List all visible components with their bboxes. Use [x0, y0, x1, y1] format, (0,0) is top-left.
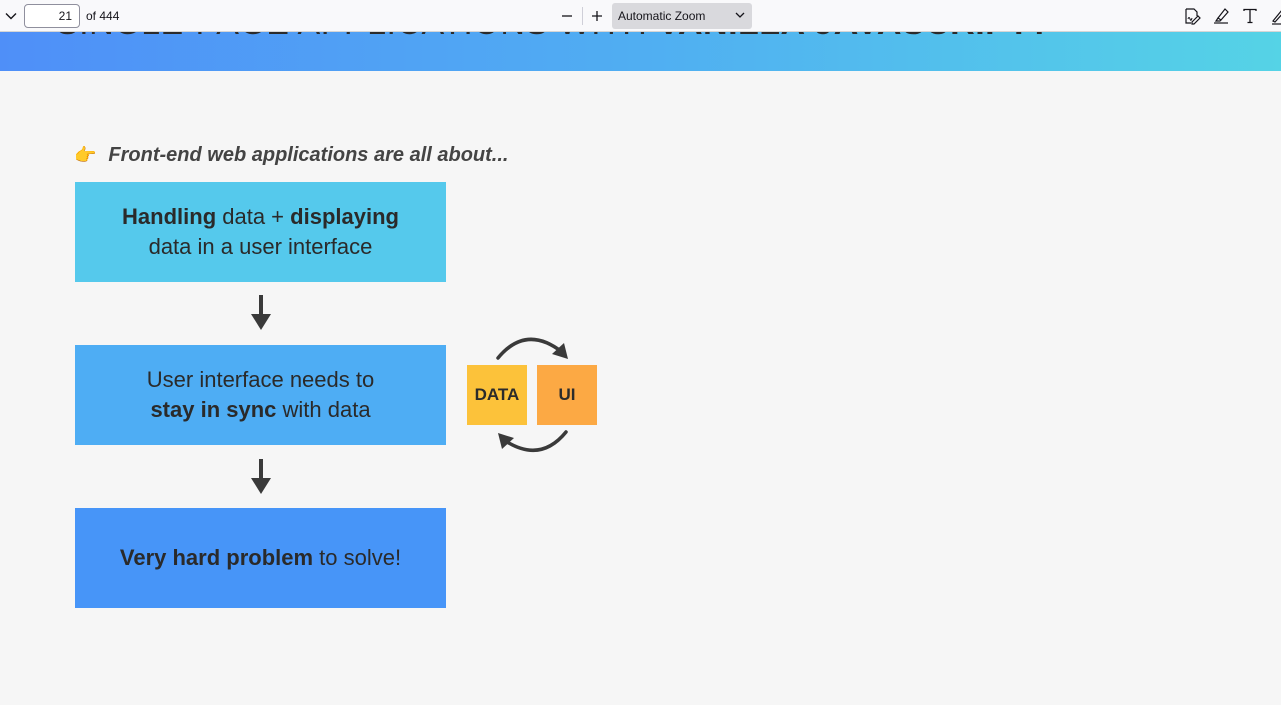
intro-text: Front-end web applications are all about…	[108, 144, 509, 166]
pdf-toolbar: of 444 Automatic Zoom	[0, 0, 1281, 32]
data-tag: DATA	[467, 365, 527, 425]
intro-line: 👉 Front-end web applications are all abo…	[74, 144, 508, 167]
zoom-select[interactable]: Automatic Zoom	[612, 3, 752, 29]
plus-icon	[592, 11, 602, 21]
box2-line1: User interface needs to	[146, 367, 375, 392]
text-tool-button[interactable]	[1237, 4, 1263, 28]
signature-icon	[1185, 8, 1201, 25]
chevron-down-icon	[735, 12, 745, 18]
cycle-arrow-left-icon	[498, 430, 568, 453]
box1-bold-handling: Handling	[122, 204, 217, 229]
minus-icon	[562, 15, 572, 17]
arrow-down-icon	[251, 295, 271, 330]
toolbar-separator	[582, 7, 583, 25]
zoom-select-value: Automatic Zoom	[618, 9, 706, 23]
pointing-hand-icon: 👉	[74, 145, 97, 165]
box2-text: with data	[276, 397, 371, 422]
box-handling-data: Handling data + displaying data in a use…	[75, 182, 446, 282]
pen-icon	[1272, 10, 1281, 25]
box1-bold-displaying: displaying	[290, 204, 399, 229]
sidebar-toggle-chevron-icon[interactable]	[0, 4, 22, 28]
draw-tool-button[interactable]	[1265, 4, 1281, 28]
ui-tag: UI	[537, 365, 597, 425]
page-number-input[interactable]	[24, 4, 80, 28]
box3-bold: Very hard problem	[119, 545, 314, 570]
box1-line2: data in a user interface	[148, 234, 373, 259]
highlight-tool-button[interactable]	[1208, 4, 1234, 28]
sign-tool-button[interactable]	[1179, 4, 1205, 28]
box-hard-problem: Very hard problem to solve!	[75, 508, 446, 608]
text-icon	[1243, 8, 1257, 24]
zoom-out-button[interactable]	[556, 4, 578, 28]
box2-bold: stay in sync	[150, 397, 277, 422]
arrow-down-icon	[251, 459, 271, 494]
box1-text: data +	[216, 204, 291, 229]
box-stay-in-sync: User interface needs to stay in sync wit…	[75, 345, 446, 445]
cycle-arrow-right-icon	[496, 337, 568, 360]
zoom-in-button[interactable]	[586, 4, 608, 28]
page-count: of 444	[86, 9, 120, 23]
box3-text: to solve!	[313, 545, 402, 570]
highlighter-icon	[1214, 8, 1229, 24]
